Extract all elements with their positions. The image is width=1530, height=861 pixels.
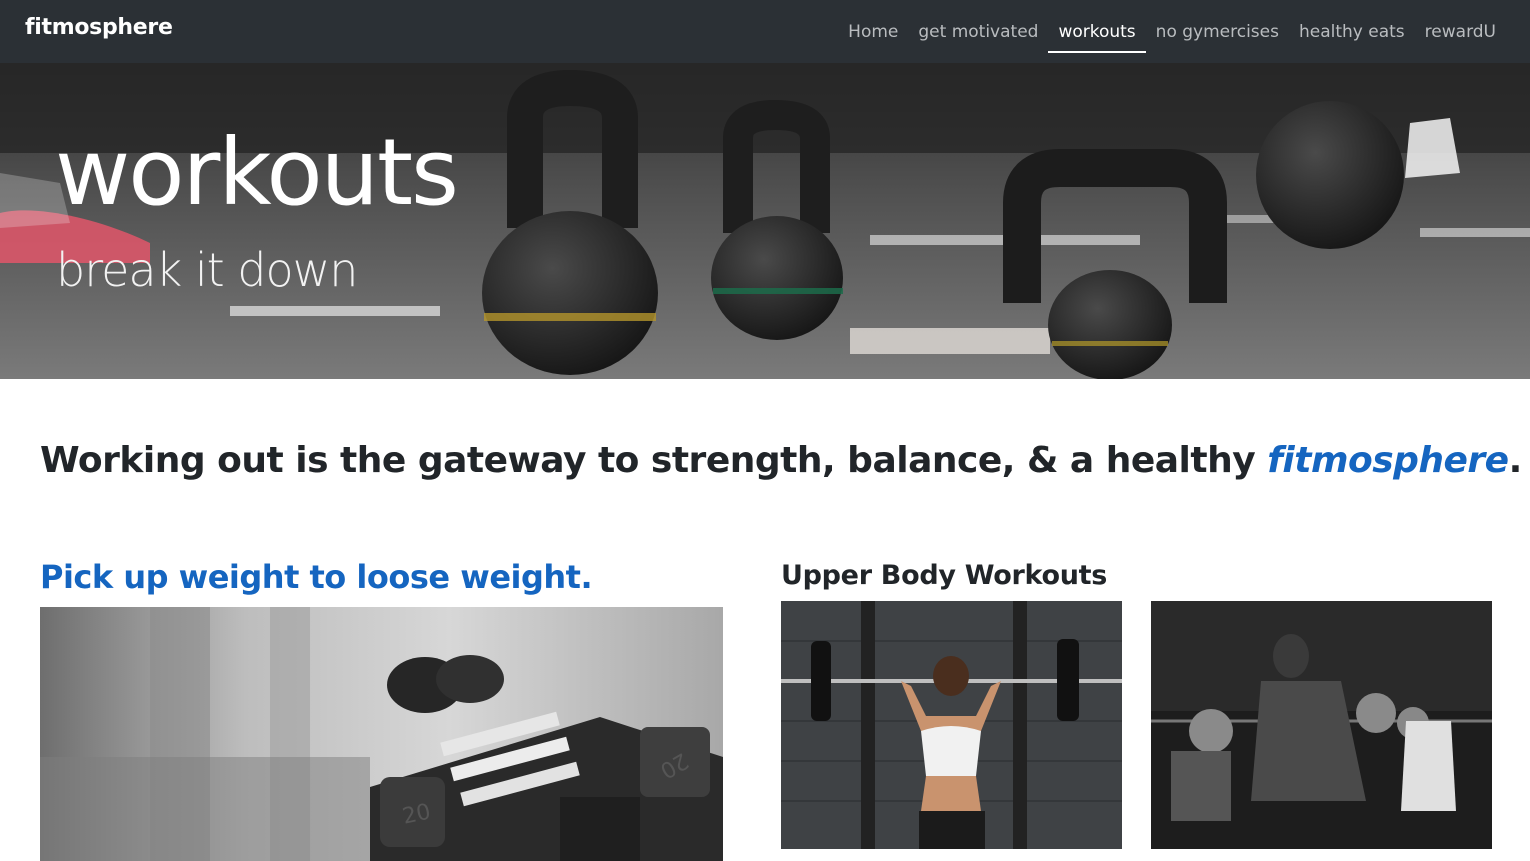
overhead-press-photo xyxy=(781,601,1122,849)
intro-period: . xyxy=(1508,440,1523,481)
nav-link-home[interactable]: Home xyxy=(838,0,908,63)
intro-statement: Working out is the gateway to strength, … xyxy=(40,440,1522,481)
brand-logo-link[interactable]: fitmosphere xyxy=(25,15,173,40)
upper-body-heading: Upper Body Workouts xyxy=(781,560,1108,591)
nav-link-get-motivated[interactable]: get motivated xyxy=(908,0,1048,63)
hero-banner: workouts break it down xyxy=(0,63,1530,379)
nav-link-rewardu[interactable]: rewardU xyxy=(1415,0,1506,63)
nav-link-healthy-eats[interactable]: healthy eats xyxy=(1289,0,1415,63)
weight-loss-heading: Pick up weight to loose weight. xyxy=(40,558,593,596)
hero-title: workouts xyxy=(55,119,459,226)
nav-link-workouts[interactable]: workouts xyxy=(1048,0,1146,63)
nav-links: Home get motivated workouts no gymercise… xyxy=(838,0,1506,63)
dumbbell-rack-photo: 20 20 xyxy=(40,607,723,861)
hero-subtitle: break it down xyxy=(56,243,358,297)
intro-text: Working out is the gateway to strength, … xyxy=(40,440,1268,481)
group-squat-photo xyxy=(1151,601,1492,849)
navbar: fitmosphere Home get motivated workouts … xyxy=(0,0,1530,63)
nav-link-no-gymercises[interactable]: no gymercises xyxy=(1146,0,1289,63)
intro-brand-word: fitmosphere xyxy=(1267,440,1509,481)
